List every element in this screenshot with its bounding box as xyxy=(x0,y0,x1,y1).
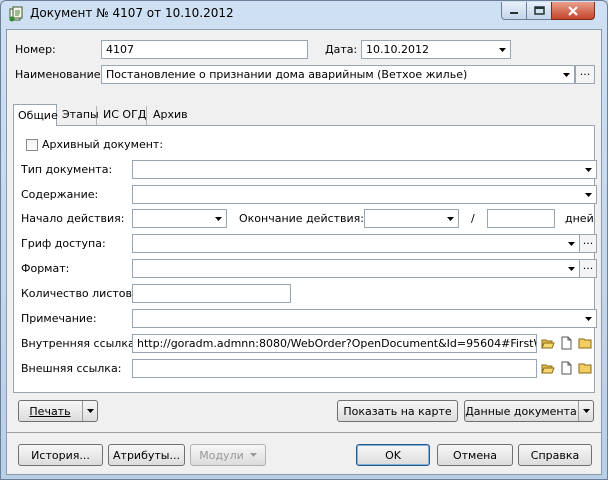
name-label: Наименование: xyxy=(15,68,105,81)
modules-button-label: Модули xyxy=(199,448,244,462)
access-label: Гриф доступа: xyxy=(21,237,106,250)
end-date-label: Окончание действия: xyxy=(239,212,365,225)
document-window: Документ № 4107 от 10.10.2012 Номер: 410… xyxy=(0,0,608,480)
sheets-label: Количество листов: xyxy=(21,287,136,300)
attributes-button[interactable]: Атрибуты... xyxy=(108,444,185,466)
chevron-down-icon[interactable] xyxy=(82,401,97,421)
doc-data-split-button[interactable]: Данные документа xyxy=(464,400,594,422)
modules-button[interactable]: Модули xyxy=(190,444,266,466)
internal-link-field[interactable]: http://goradm.admnn:8080/WebOrder?OpenDo… xyxy=(132,334,537,353)
help-button[interactable]: Справка xyxy=(518,444,592,466)
date-picker[interactable]: 10.10.2012 xyxy=(361,40,511,59)
maximize-button[interactable] xyxy=(526,2,552,20)
content-select[interactable] xyxy=(132,185,597,204)
chevron-down-icon[interactable] xyxy=(495,42,509,57)
sheets-field[interactable] xyxy=(132,284,291,303)
days-field[interactable] xyxy=(487,209,555,228)
title-bar[interactable]: Документ № 4107 от 10.10.2012 xyxy=(1,1,607,27)
ok-button[interactable]: OK xyxy=(356,444,430,466)
chevron-down-icon xyxy=(249,453,257,457)
new-document-icon[interactable] xyxy=(559,336,573,350)
window-title: Документ № 4107 от 10.10.2012 xyxy=(30,6,234,20)
chevron-down-icon[interactable] xyxy=(581,311,595,326)
history-button[interactable]: История... xyxy=(18,444,103,466)
doc-type-select[interactable] xyxy=(132,160,597,179)
maximize-icon xyxy=(533,6,545,15)
tab-general[interactable]: Общие xyxy=(13,104,58,126)
minimize-icon xyxy=(510,11,518,14)
dialog-body: Номер: 4107 Дата: 10.10.2012 Наименовани… xyxy=(6,29,602,475)
minimize-button[interactable] xyxy=(501,2,527,20)
chevron-down-icon[interactable] xyxy=(211,211,225,226)
content-label: Содержание: xyxy=(21,188,99,201)
chevron-down-icon[interactable] xyxy=(581,187,595,202)
chevron-down-icon[interactable] xyxy=(581,162,595,177)
date-label: Дата: xyxy=(325,43,358,56)
print-split-button[interactable]: Печать xyxy=(18,400,98,422)
name-browse-button[interactable]: ··· xyxy=(575,65,595,84)
archive-checkbox-label: Архивный документ: xyxy=(42,138,164,151)
start-date-picker[interactable] xyxy=(132,209,227,228)
archive-checkbox[interactable] xyxy=(26,139,38,151)
divider xyxy=(7,432,601,433)
print-button-label: Печать xyxy=(29,404,71,418)
doc-data-button-label: Данные документа xyxy=(465,404,577,418)
start-date-label: Начало действия: xyxy=(21,212,125,225)
new-document-icon[interactable] xyxy=(559,361,573,375)
chevron-down-icon[interactable] xyxy=(564,236,578,251)
open-folder-icon[interactable] xyxy=(541,336,555,350)
tab-stages[interactable]: Этапы xyxy=(58,106,99,125)
note-select[interactable] xyxy=(132,309,597,328)
format-browse-button[interactable]: ··· xyxy=(579,259,597,278)
cancel-button[interactable]: Отмена xyxy=(437,444,513,466)
open-folder-icon[interactable] xyxy=(541,361,555,375)
days-label: дней xyxy=(565,212,594,225)
chevron-down-icon[interactable] xyxy=(564,261,578,276)
date-value: 10.10.2012 xyxy=(366,43,429,56)
document-app-icon xyxy=(9,6,23,22)
number-label: Номер: xyxy=(15,43,56,56)
folder-icon[interactable] xyxy=(578,336,592,350)
folder-icon[interactable] xyxy=(578,361,592,375)
chevron-down-icon[interactable] xyxy=(578,401,593,421)
doc-type-label: Тип документа: xyxy=(21,163,113,176)
chevron-down-icon[interactable] xyxy=(559,67,573,82)
format-label: Формат: xyxy=(21,262,70,275)
general-tab-panel: Архивный документ: Тип документа: Содерж… xyxy=(13,125,597,393)
name-value: Постановление о признании дома аварийным… xyxy=(106,68,468,81)
name-combobox[interactable]: Постановление о признании дома аварийным… xyxy=(101,65,575,84)
format-select[interactable] xyxy=(132,259,580,278)
slash-separator: / xyxy=(471,212,475,225)
close-button[interactable] xyxy=(551,2,595,20)
tab-archive[interactable]: Архив xyxy=(149,106,193,125)
access-select[interactable] xyxy=(132,234,580,253)
number-field[interactable]: 4107 xyxy=(101,40,308,59)
end-date-picker[interactable] xyxy=(364,209,459,228)
access-browse-button[interactable]: ··· xyxy=(579,234,597,253)
internal-link-label: Внутренняя ссылка: xyxy=(21,337,139,350)
chevron-down-icon[interactable] xyxy=(443,211,457,226)
close-icon xyxy=(568,5,578,16)
show-on-map-button[interactable]: Показать на карте xyxy=(337,400,458,422)
tab-is-ogd[interactable]: ИС ОГД xyxy=(99,106,147,125)
note-label: Примечание: xyxy=(21,312,97,325)
external-link-label: Внешняя ссылка: xyxy=(21,362,122,375)
external-link-field[interactable] xyxy=(132,359,537,378)
